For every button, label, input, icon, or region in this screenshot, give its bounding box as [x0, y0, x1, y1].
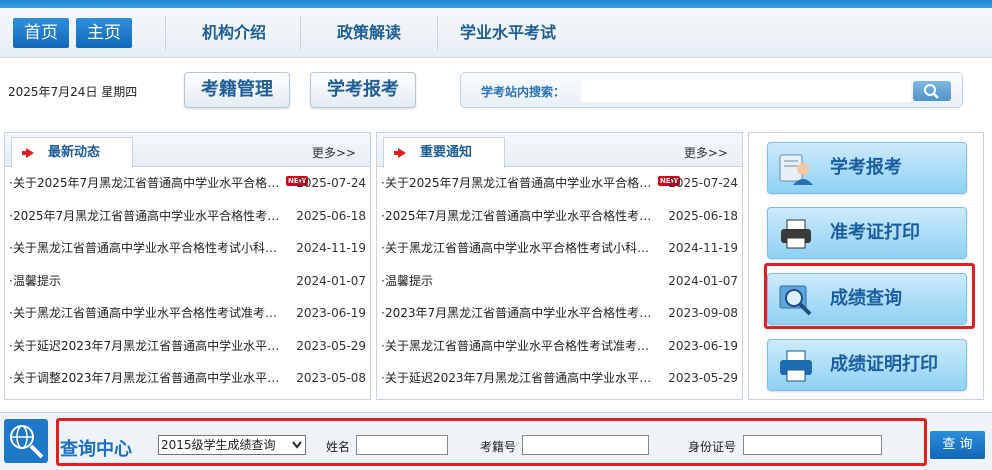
item-date: 2024-01-07 — [668, 273, 738, 288]
list-item[interactable]: ·关于延迟2023年7月黑龙江省普通高中学业水平合格性考试的通知2023-05-… — [381, 362, 738, 395]
list-item[interactable]: ·2025年7月黑龙江省普通高中学业水平合格性考试温馨提示2025-06-18 — [9, 200, 366, 233]
printer-icon — [781, 219, 811, 249]
search-label: 学考站内搜索： — [481, 85, 566, 99]
list-item[interactable]: ·关于黑龙江省普通高中学业水平合格性考试准考证打印的通知2023-06-19 — [9, 297, 366, 330]
item-title[interactable]: 关于黑龙江省普通高中学业水平合格性考试小科目安排的说明 — [13, 232, 289, 265]
item-title[interactable]: 关于黑龙江省普通高中学业水平合格性考试小科目安排的说明 — [385, 232, 661, 265]
current-date: 2025年7月24日 星期四 — [8, 85, 138, 99]
nav-home-button[interactable]: 首页 — [13, 18, 69, 48]
item-title[interactable]: 温馨提示 — [385, 265, 661, 298]
news-list: ·关于2025年7月黑龙江省普通高中学业水平合格性考试成绩发布的通知NEW202… — [5, 167, 370, 395]
tab-latest-news[interactable]: 最新动态 — [11, 137, 133, 168]
item-date: 2024-01-07 — [296, 273, 366, 288]
nav-divider — [165, 16, 166, 50]
arrow-icon — [22, 148, 34, 158]
item-title[interactable]: 2025年7月黑龙江省普通高中学业水平合格性考试温馨提示 — [385, 200, 661, 233]
site-search: 学考站内搜索： — [460, 72, 963, 108]
search-button[interactable] — [913, 81, 951, 101]
more-link[interactable]: 更多>> — [312, 144, 356, 161]
arrow-icon — [394, 148, 406, 158]
button-label: 成绩证明打印 — [830, 354, 938, 375]
item-date: 2023-05-08 — [296, 371, 366, 385]
nav-bar: 首页 主页 机构介绍 政策解读 学业水平考试 — [0, 8, 992, 58]
list-item[interactable]: ·关于调整2023年7月黑龙江省普通高中学业水平合格性考试时间的通知2023-0… — [9, 362, 366, 395]
more-link[interactable]: 更多>> — [684, 144, 728, 161]
nav-main-button[interactable]: 主页 — [76, 18, 132, 48]
item-date: 2025-06-18 — [668, 208, 738, 223]
item-date: 2024-11-19 — [296, 241, 366, 255]
notice-list: ·关于2025年7月黑龙江省普通高中学业水平合格性考试成绩发布的通知NEW202… — [377, 167, 742, 395]
apply-button[interactable]: 学考报考 — [310, 72, 416, 108]
nav-link-about[interactable]: 机构介绍 — [168, 16, 300, 50]
list-item[interactable]: ·关于黑龙江省普通高中学业水平合格性考试小科目安排的说明2024-11-19 — [381, 232, 738, 265]
globe-search-icon — [4, 419, 48, 463]
printer-icon — [780, 350, 812, 382]
list-item[interactable]: · 温馨提示 2024-01-07 — [381, 265, 738, 298]
item-date: 2025-06-18 — [296, 208, 366, 223]
list-item[interactable]: ·关于延迟2023年7月黑龙江省普通高中学业水平合格性考试的通知2023-05-… — [9, 330, 366, 363]
list-item[interactable]: ·关于黑龙江省普通高中学业水平合格性考试准考证打印的通知2023-06-19 — [381, 330, 738, 363]
panel-header: 最新动态 更多>> — [5, 133, 370, 168]
item-title[interactable]: 关于2025年7月黑龙江省普通高中学业水平合格性考试成绩发布的通知 — [385, 167, 661, 200]
item-title[interactable]: 关于延迟2023年7月黑龙江省普通高中学业水平合格性考试的通知 — [385, 362, 661, 395]
item-date: 2023-06-19 — [668, 338, 738, 353]
nav-divider — [437, 16, 438, 50]
item-title[interactable]: 2023年7月黑龙江省普通高中学业水平合格性考试报名工作的通知 — [385, 297, 661, 330]
list-item[interactable]: ·关于黑龙江省普通高中学业水平合格性考试小科目安排的说明2024-11-19 — [9, 232, 366, 265]
nav-link-policy[interactable]: 政策解读 — [302, 16, 436, 50]
item-title[interactable]: 温馨提示 — [13, 265, 289, 298]
tab-notices[interactable]: 重要通知 — [383, 137, 505, 168]
latest-news-panel: 最新动态 更多>> ·关于2025年7月黑龙江省普通高中学业水平合格性考试成绩发… — [4, 132, 371, 400]
item-date: 2023-05-29 — [296, 338, 366, 353]
item-title[interactable]: 关于延迟2023年7月黑龙江省普通高中学业水平合格性考试的通知 — [13, 330, 289, 363]
tab-label: 最新动态 — [48, 145, 101, 160]
top-strip — [0, 0, 992, 8]
search-input[interactable] — [581, 80, 911, 102]
side-certificate-print-button[interactable]: 成绩证明打印 — [767, 339, 967, 391]
search-icon — [924, 84, 939, 99]
nav-divider — [300, 16, 301, 50]
button-label: 准考证打印 — [830, 222, 920, 243]
item-date: 2023-09-08 — [668, 306, 738, 320]
date-bar: 2025年7月24日 星期四 考籍管理 学考报考 学考站内搜索： — [0, 58, 992, 124]
list-item[interactable]: ·关于2025年7月黑龙江省普通高中学业水平合格性考试成绩发布的通知NEW202… — [381, 167, 738, 200]
person-icon — [779, 154, 813, 185]
notices-panel: 重要通知 更多>> ·关于2025年7月黑龙江省普通高中学业水平合格性考试成绩发… — [376, 132, 743, 400]
list-item[interactable]: · 温馨提示 2024-01-07 — [9, 265, 366, 298]
tab-label: 重要通知 — [420, 145, 473, 160]
query-submit-button[interactable]: 查 询 — [930, 431, 985, 459]
highlight-score-query — [764, 263, 975, 329]
item-title[interactable]: 关于黑龙江省普通高中学业水平合格性考试准考证打印的通知 — [385, 330, 661, 363]
nav-link-exam[interactable]: 学业水平考试 — [440, 16, 576, 50]
item-date: 2025-07-24 — [668, 176, 738, 190]
item-date: 2024-11-19 — [668, 241, 738, 255]
list-item[interactable]: ·2023年7月黑龙江省普通高中学业水平合格性考试报名工作的通知2023-09-… — [381, 297, 738, 330]
item-title[interactable]: 关于黑龙江省普通高中学业水平合格性考试准考证打印的通知 — [13, 297, 289, 330]
highlight-query-form — [56, 418, 927, 466]
item-date: 2023-05-29 — [668, 371, 738, 385]
panel-header: 重要通知 更多>> — [377, 133, 742, 168]
side-apply-button[interactable]: 学考报考 — [767, 142, 967, 194]
item-date: 2023-06-19 — [296, 306, 366, 320]
registry-button[interactable]: 考籍管理 — [184, 72, 290, 108]
side-ticket-print-button[interactable]: 准考证打印 — [767, 207, 967, 259]
list-item[interactable]: ·关于2025年7月黑龙江省普通高中学业水平合格性考试成绩发布的通知NEW202… — [9, 167, 366, 200]
item-title[interactable]: 关于2025年7月黑龙江省普通高中学业水平合格性考试成绩发布的通知 — [13, 167, 289, 200]
item-title[interactable]: 关于调整2023年7月黑龙江省普通高中学业水平合格性考试时间的通知 — [13, 362, 289, 395]
list-item[interactable]: ·2025年7月黑龙江省普通高中学业水平合格性考试温馨提示2025-06-18 — [381, 200, 738, 233]
item-date: 2025-07-24 — [296, 176, 366, 190]
item-title[interactable]: 2025年7月黑龙江省普通高中学业水平合格性考试温馨提示 — [13, 200, 289, 233]
button-label: 学考报考 — [830, 157, 902, 178]
